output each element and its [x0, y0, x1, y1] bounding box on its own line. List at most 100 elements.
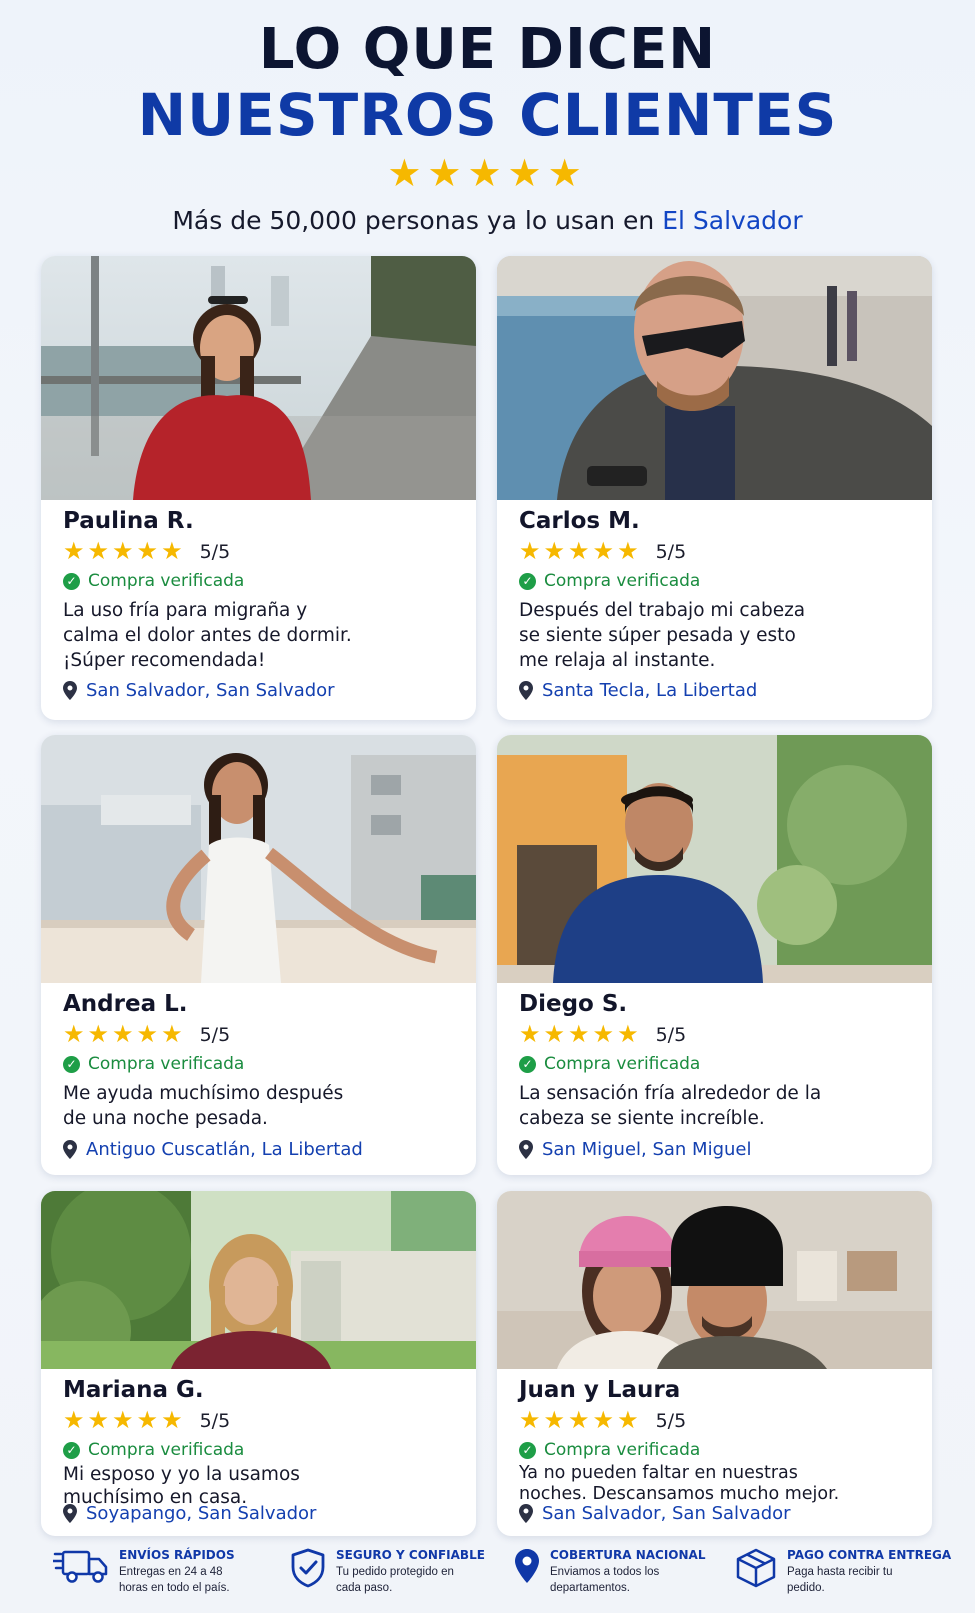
rating: ★★★★★ 5/5 [63, 538, 456, 566]
verified-label: Compra verificada [544, 1440, 701, 1460]
customer-photo [497, 1191, 932, 1369]
verified-badge: ✓ Compra verificada [63, 568, 456, 594]
feature-title: PAGO CONTRA ENTREGA [787, 1548, 952, 1562]
feature-cash-on-delivery: PAGO CONTRA ENTREGA Paga hasta recibir t… [735, 1548, 951, 1596]
review-card: Carlos M. ★★★★★ 5/5 ✓ Compra verificada … [497, 256, 932, 720]
features-bar: ENVÍOS RÁPIDOS Entregas en 24 a 48 horas… [0, 1548, 975, 1608]
location-text: Santa Tecla, La Libertad [542, 680, 758, 701]
rating-score: 5/5 [655, 1024, 687, 1046]
package-icon [736, 1548, 776, 1588]
location-text: Antiguo Cuscatlán, La Libertad [86, 1139, 363, 1160]
review-card: Andrea L. ★★★★★ 5/5 ✓ Compra verificada … [41, 735, 476, 1175]
rating: ★★★★★ 5/5 [519, 538, 912, 566]
shield-icon [291, 1548, 325, 1588]
verified-label: Compra verificada [88, 571, 245, 591]
location-text: San Salvador, San Salvador [86, 680, 335, 701]
subtitle: Más de 50,000 personas ya lo usan en El … [0, 206, 975, 235]
verified-badge: ✓ Compra verificada [63, 1437, 456, 1463]
truck-icon [53, 1550, 108, 1583]
subtitle-text: Más de 50,000 personas ya lo usan en [172, 206, 663, 235]
rating: ★★★★★ 5/5 [519, 1407, 912, 1435]
verified-label: Compra verificada [544, 571, 701, 591]
location: Santa Tecla, La Libertad [519, 680, 757, 701]
location-pin-icon [519, 1504, 533, 1523]
check-circle-icon: ✓ [519, 572, 536, 590]
location-pin-icon [519, 1140, 533, 1159]
verified-badge: ✓ Compra verificada [63, 1051, 456, 1077]
star-rating: ★★★★★ [63, 1021, 186, 1048]
location-text: Soyapango, San Salvador [86, 1503, 317, 1524]
rating-score: 5/5 [199, 1024, 231, 1046]
customer-photo [41, 256, 476, 500]
check-circle-icon: ✓ [63, 1441, 80, 1459]
location: San Salvador, San Salvador [63, 680, 335, 701]
page-title-line1: LO QUE DICEN [258, 17, 717, 82]
review-card: Diego S. ★★★★★ 5/5 ✓ Compra verificada L… [497, 735, 932, 1175]
reviewer-name: Juan y Laura [519, 1377, 681, 1403]
feature-shipping: ENVÍOS RÁPIDOS Entregas en 24 a 48 horas… [53, 1548, 244, 1596]
check-circle-icon: ✓ [63, 572, 80, 590]
verified-badge: ✓ Compra verificada [519, 1437, 912, 1463]
check-circle-icon: ✓ [63, 1055, 80, 1073]
verified-label: Compra verificada [88, 1054, 245, 1074]
rating-score: 5/5 [199, 541, 231, 563]
location: Antiguo Cuscatlán, La Libertad [63, 1139, 363, 1160]
review-text: La sensación fría alrededor de la cabeza… [519, 1083, 822, 1129]
star-rating: ★★★★★ [519, 1021, 642, 1048]
location-pin-icon [519, 681, 533, 700]
reviewer-name: Diego S. [519, 991, 628, 1017]
location-text: San Salvador, San Salvador [542, 1503, 791, 1524]
verified-label: Compra verificada [88, 1440, 245, 1460]
rating: ★★★★★ 5/5 [63, 1407, 456, 1435]
rating-score: 5/5 [655, 541, 687, 563]
location: Soyapango, San Salvador [63, 1503, 316, 1524]
customer-photo [41, 735, 476, 983]
feature-title: ENVÍOS RÁPIDOS [119, 1548, 235, 1562]
page-title-line2: NUESTROS CLIENTES [137, 81, 838, 149]
feature-text: Enviamos a todos los departamentos. [550, 1566, 660, 1594]
review-text: Ya no pueden faltar en nuestras noches. … [519, 1463, 840, 1504]
location-pin-icon [63, 1504, 77, 1523]
verified-label: Compra verificada [544, 1054, 701, 1074]
star-rating: ★★★★★ [63, 1407, 186, 1434]
rating-score: 5/5 [199, 1410, 231, 1432]
feature-text: Tu pedido protegido en cada paso. [336, 1566, 454, 1594]
star-rating: ★★★★★ [519, 1407, 642, 1434]
review-text: Me ayuda muchísimo después de una noche … [63, 1083, 344, 1129]
reviewer-name: Mariana G. [63, 1377, 204, 1403]
review-card: Mariana G. ★★★★★ 5/5 ✓ Compra verificada… [41, 1191, 476, 1536]
location-text: San Miguel, San Miguel [542, 1139, 752, 1160]
rating-score: 5/5 [655, 1410, 687, 1432]
rating: ★★★★★ 5/5 [519, 1021, 912, 1049]
feature-coverage: COBERTURA NACIONAL Enviamos a todos los … [514, 1548, 705, 1596]
review-text: La uso fría para migraña y calma el dolo… [63, 600, 352, 671]
feature-security: SEGURO Y CONFIABLE Tu pedido protegido e… [290, 1548, 485, 1596]
star-rating: ★★★★★ [63, 538, 186, 565]
location-pin-icon [515, 1549, 539, 1583]
verified-badge: ✓ Compra verificada [519, 568, 912, 594]
check-circle-icon: ✓ [519, 1441, 536, 1459]
reviewer-name: Carlos M. [519, 508, 640, 534]
customer-photo [497, 735, 932, 983]
review-card: Paulina R. ★★★★★ 5/5 ✓ Compra verificada… [41, 256, 476, 720]
star-rating: ★★★★★ [519, 538, 642, 565]
reviewer-name: Paulina R. [63, 508, 194, 534]
customer-photo [497, 256, 932, 500]
location-pin-icon [63, 681, 77, 700]
customer-photo [41, 1191, 476, 1369]
location: San Miguel, San Miguel [519, 1139, 752, 1160]
feature-text: Paga hasta recibir tu pedido. [787, 1566, 893, 1594]
review-text: Después del trabajo mi cabeza se siente … [519, 600, 806, 671]
subtitle-country: El Salvador [662, 206, 803, 235]
reviewer-name: Andrea L. [63, 991, 188, 1017]
review-card: Juan y Laura ★★★★★ 5/5 ✓ Compra verifica… [497, 1191, 932, 1536]
location-pin-icon [63, 1140, 77, 1159]
header: LO QUE DICEN NUESTROS CLIENTES ★★★★★ Más… [0, 17, 975, 236]
location: San Salvador, San Salvador [519, 1503, 791, 1524]
feature-title: COBERTURA NACIONAL [550, 1548, 706, 1562]
verified-badge: ✓ Compra verificada [519, 1051, 912, 1077]
feature-text: Entregas en 24 a 48 horas en todo el paí… [119, 1566, 230, 1594]
header-star-rating: ★★★★★ [387, 153, 588, 195]
check-circle-icon: ✓ [519, 1055, 536, 1073]
rating: ★★★★★ 5/5 [63, 1021, 456, 1049]
